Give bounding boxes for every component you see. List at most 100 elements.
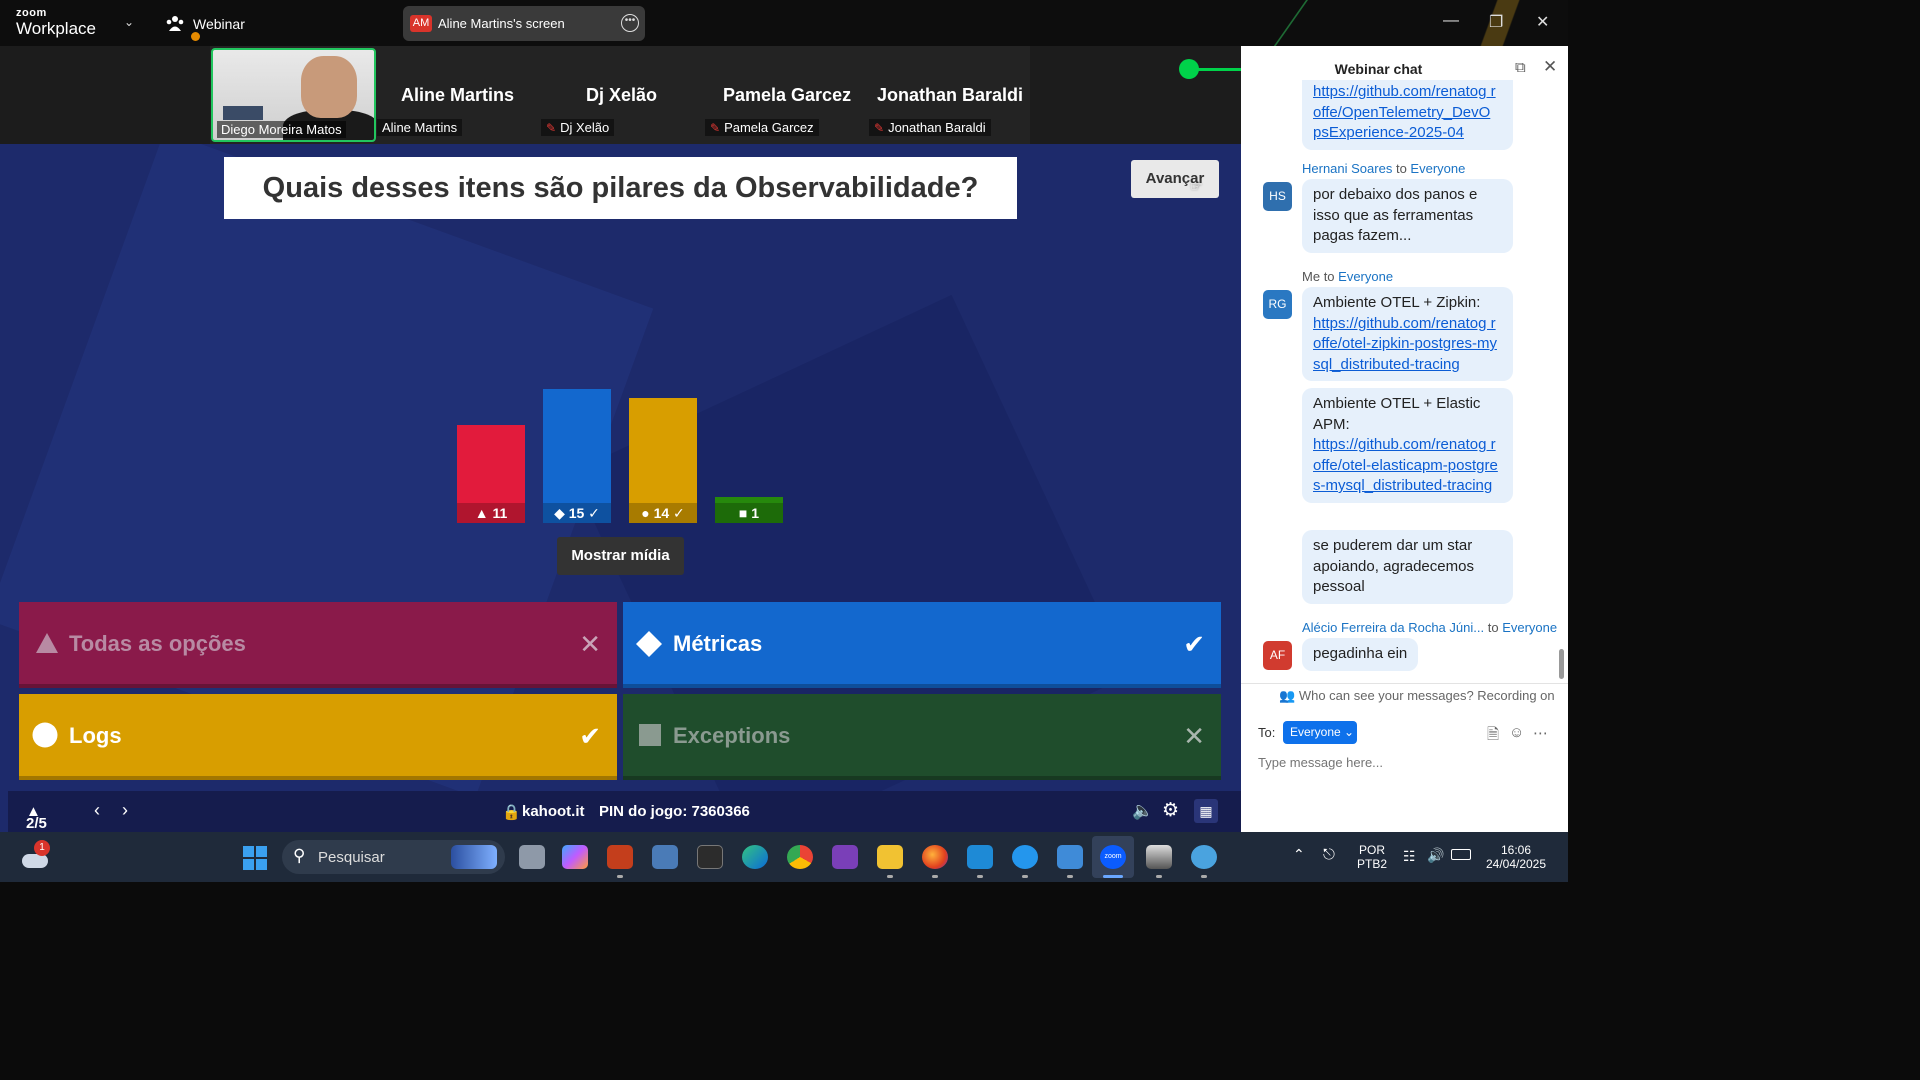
- participant-tag: Aline Martins: [377, 119, 463, 136]
- chat-message: Ambiente OTEL + Elastic APM: https://git…: [1302, 388, 1513, 503]
- file-icon[interactable]: 🗎: [1487, 724, 1499, 749]
- search-highlight-image: [451, 845, 497, 869]
- camera-tile-active[interactable]: Diego Moreira Matos: [211, 48, 376, 142]
- privacy-note[interactable]: 👥 Who can see your messages? Recording o…: [1279, 688, 1555, 704]
- answer-option-square: Exceptions ✕: [623, 694, 1221, 780]
- minimize-icon[interactable]: —: [1443, 12, 1459, 30]
- participant-name-large[interactable]: Jonathan Baraldi: [877, 85, 1023, 106]
- chat-message: por debaixo dos panos e isso que as ferr…: [1302, 179, 1513, 253]
- speaker-indicator-line: [1196, 68, 1246, 71]
- chat-message-text: Ambiente OTEL + Zipkin:: [1313, 294, 1481, 311]
- result-bar-label: ▲ 11: [457, 503, 525, 523]
- notification-badge: 1: [34, 840, 50, 856]
- screen-share-label: Aline Martins's screen: [438, 16, 565, 31]
- volume-icon[interactable]: 🔈: [1132, 801, 1153, 821]
- participant-name-large[interactable]: Aline Martins: [401, 85, 514, 106]
- language-indicator[interactable]: POR PTB2: [1352, 843, 1392, 871]
- more-options-icon[interactable]: •••: [621, 14, 639, 32]
- recipient-value: Everyone: [1290, 725, 1341, 739]
- muted-mic-icon: ✎: [874, 121, 885, 135]
- chat-message: https://github.com/renatog roffe/OpenTel…: [1302, 80, 1513, 150]
- participant-tag-label: Dj Xelão: [560, 120, 610, 135]
- zoom-app-icon[interactable]: zoom: [1100, 845, 1126, 869]
- chat-scrollbar[interactable]: [1559, 649, 1564, 679]
- chat-link[interactable]: https://github.com/renatog roffe/OpenTel…: [1313, 83, 1496, 141]
- app-grid-icon[interactable]: [652, 845, 678, 869]
- to-word: to: [1487, 620, 1499, 635]
- show-media-button[interactable]: Mostrar mídia: [557, 537, 684, 575]
- participant-tag-label: Aline Martins: [382, 120, 458, 135]
- more-icon[interactable]: ⋯: [1533, 724, 1548, 742]
- emoji-icon[interactable]: ☺: [1509, 724, 1524, 741]
- game-pin: PIN do jogo: 7360366: [599, 803, 750, 820]
- sender-name[interactable]: Alécio Ferreira da Rocha Júni...: [1302, 620, 1484, 635]
- chat-link[interactable]: https://github.com/renatog roffe/otel-zi…: [1313, 315, 1497, 373]
- chevron-down-icon: ⌄: [1344, 725, 1355, 739]
- powerpoint-icon[interactable]: [607, 845, 633, 869]
- participant-name-large[interactable]: Dj Xelão: [586, 85, 657, 106]
- site-label: kahoot.it: [522, 803, 585, 820]
- webinar-status-dot: [191, 32, 200, 41]
- app-icon[interactable]: [1146, 845, 1172, 869]
- app-icon[interactable]: [1191, 845, 1217, 869]
- language-top: POR: [1358, 843, 1385, 857]
- chat-message: se puderem dar um star apoiando, agradec…: [1302, 530, 1513, 604]
- battery-icon[interactable]: [1451, 849, 1471, 860]
- file-explorer-icon[interactable]: [877, 845, 903, 869]
- restore-icon[interactable]: ❐: [1489, 12, 1503, 32]
- triangle-icon: [36, 633, 58, 653]
- edge-icon[interactable]: [742, 845, 768, 869]
- weather-icon[interactable]: 1: [20, 840, 50, 868]
- close-chat-icon[interactable]: ✕: [1543, 57, 1557, 77]
- notepad-icon[interactable]: [1057, 845, 1083, 869]
- chat-link[interactable]: https://github.com/renatog roffe/otel-el…: [1313, 436, 1498, 494]
- speaker-icon[interactable]: 🔊: [1427, 847, 1444, 864]
- settings-gear-icon[interactable]: ⚙: [1162, 799, 1179, 822]
- network-icon[interactable]: ⎋: [1323, 846, 1335, 863]
- recipient-dropdown[interactable]: Everyone ⌄: [1283, 721, 1357, 744]
- sender-name[interactable]: Hernani Soares: [1302, 161, 1392, 176]
- exit-fullscreen-icon[interactable]: ▦: [1194, 799, 1218, 823]
- muted-mic-icon: ✎: [546, 121, 557, 135]
- previous-icon[interactable]: ‹: [94, 800, 100, 821]
- zoom-workplace-logo[interactable]: zoom Workplace: [16, 8, 96, 39]
- visual-studio-icon[interactable]: [832, 845, 858, 869]
- screen-share-avatar: AM: [410, 15, 432, 32]
- clock-time: 16:06: [1500, 843, 1532, 857]
- question-progress: 2/5 ▲: [26, 803, 47, 832]
- person-face: [301, 56, 357, 118]
- participant-tag: ✎ Pamela Garcez: [705, 119, 819, 136]
- chrome-icon[interactable]: [787, 845, 813, 869]
- copilot-icon[interactable]: [562, 845, 588, 869]
- mouse-cursor-icon: ☞: [1190, 178, 1203, 194]
- message-input[interactable]: [1258, 752, 1538, 772]
- speaker-indicator-dot[interactable]: [1179, 59, 1199, 79]
- show-hidden-icons-chevron[interactable]: ⌃: [1293, 846, 1305, 863]
- participant-name-large[interactable]: Pamela Garcez: [723, 85, 851, 106]
- participant-tag-label: Pamela Garcez: [724, 120, 814, 135]
- avatar: RG: [1263, 290, 1292, 319]
- result-bar-label: ● 14 ✓: [629, 503, 697, 523]
- webinar-label[interactable]: Webinar: [193, 16, 245, 32]
- clock[interactable]: 16:06 24/04/2025: [1480, 843, 1552, 871]
- taskbar-search[interactable]: ⚲ Pesquisar: [282, 840, 505, 874]
- advance-button[interactable]: Avançar: [1131, 160, 1219, 198]
- windows-start-icon[interactable]: [243, 846, 267, 870]
- next-icon[interactable]: ›: [122, 800, 128, 821]
- wifi-icon[interactable]: ☷: [1403, 848, 1416, 865]
- close-window-icon[interactable]: ✕: [1536, 12, 1549, 32]
- chat-sender-line: Hernani Soares to Everyone: [1302, 161, 1465, 176]
- docker-icon[interactable]: [1012, 845, 1038, 869]
- webinar-icon: [166, 16, 184, 31]
- firefox-icon[interactable]: [922, 845, 948, 869]
- chat-message: pegadinha ein: [1302, 638, 1419, 671]
- task-view-icon[interactable]: [519, 845, 545, 869]
- pop-out-icon[interactable]: ⧉: [1515, 59, 1526, 76]
- diamond-icon: [636, 631, 662, 657]
- correct-check-icon: ✔: [579, 721, 601, 751]
- circle-icon: [32, 722, 58, 748]
- chevron-down-icon[interactable]: ⌄: [124, 15, 134, 29]
- vscode-icon[interactable]: [967, 845, 993, 869]
- terminal-icon[interactable]: [697, 845, 723, 869]
- running-indicator: [887, 875, 893, 878]
